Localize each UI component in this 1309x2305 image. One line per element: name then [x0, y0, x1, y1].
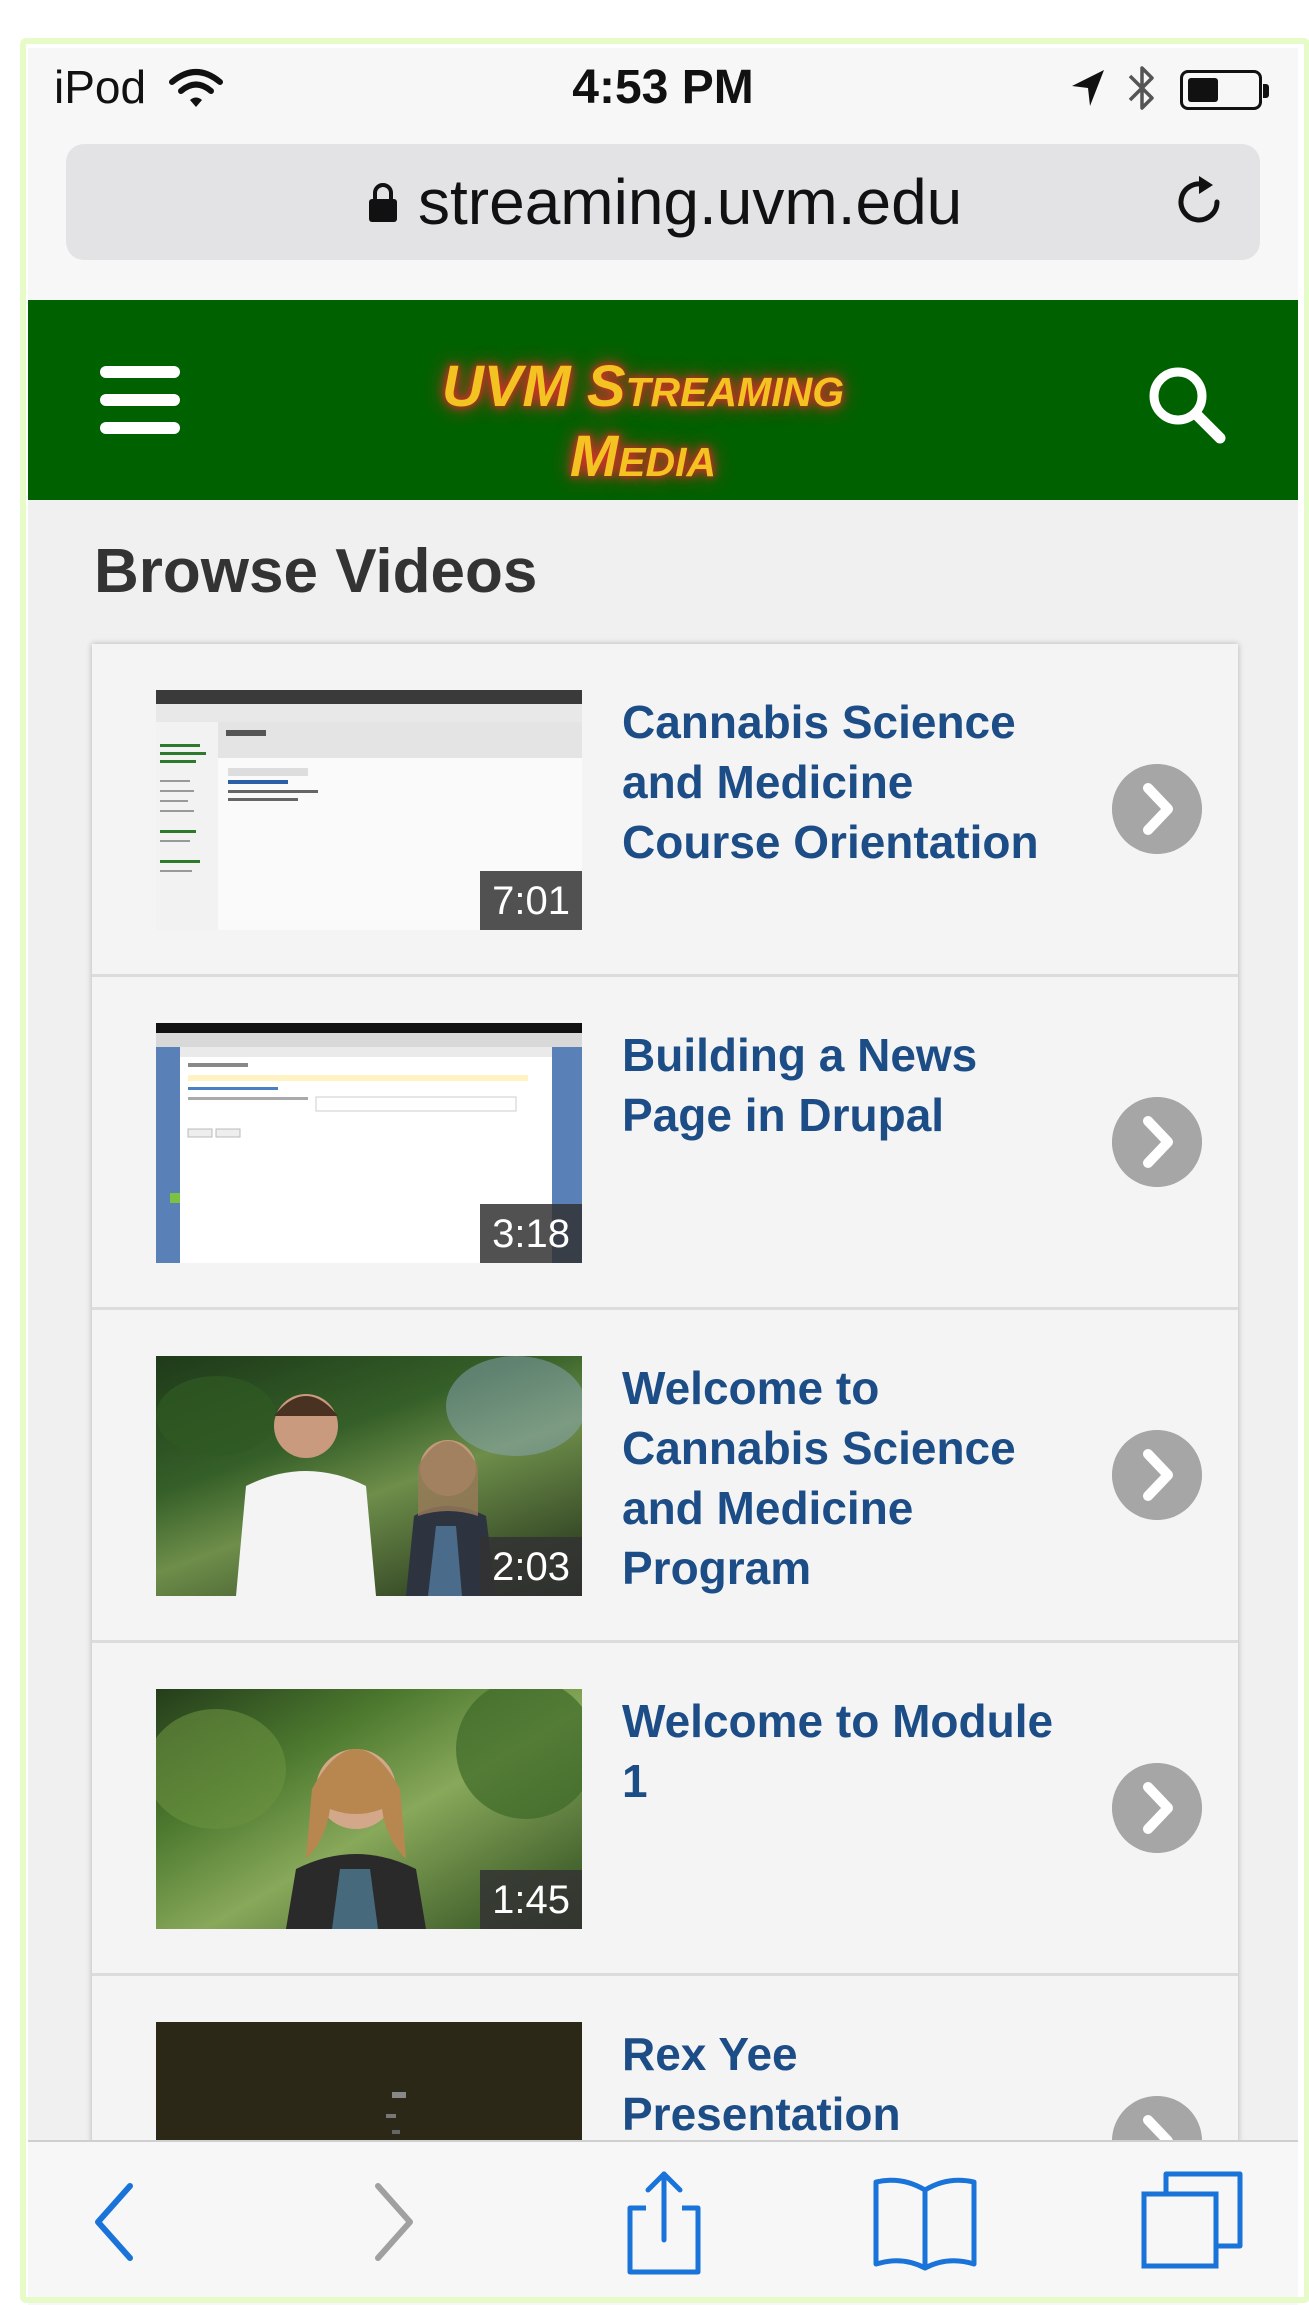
bluetooth-icon [1128, 66, 1154, 110]
video-thumbnail[interactable]: 7:01 [156, 690, 582, 930]
video-item[interactable]: 1:45 Welcome to Module 1 [92, 1643, 1238, 1976]
video-duration: 3:18 [480, 1204, 582, 1263]
logo-line-1: UVM Streaming [441, 354, 845, 419]
video-duration: 2:03 [480, 1537, 582, 1596]
video-item[interactable]: Rex Yee Presentation [92, 1976, 1238, 2140]
lock-icon [369, 183, 397, 222]
forward-icon[interactable] [372, 2182, 416, 2262]
video-title[interactable]: Cannabis Science and Medicine Course Ori… [622, 692, 1082, 872]
video-item[interactable]: 3:18 Building a News Page in Drupal [92, 977, 1238, 1310]
main-content: Browse Videos 7:01 Cannabis Science and … [28, 500, 1298, 2140]
chevron-right-icon[interactable] [1112, 1430, 1202, 1520]
chevron-right-icon[interactable] [1112, 764, 1202, 854]
page-title: Browse Videos [94, 537, 538, 606]
presentation-photo [156, 2022, 582, 2140]
hamburger-menu-icon[interactable] [100, 366, 180, 434]
video-list: 7:01 Cannabis Science and Medicine Cours… [92, 644, 1238, 2140]
chevron-right-icon[interactable] [1112, 1763, 1202, 1853]
video-thumbnail[interactable]: 1:45 [156, 1689, 582, 1929]
video-title[interactable]: Rex Yee Presentation [622, 2024, 1082, 2140]
site-logo[interactable]: UVM Streaming Media [388, 352, 898, 492]
video-title[interactable]: Welcome to Cannabis Science and Medicine… [622, 1358, 1082, 1598]
bookmarks-icon[interactable] [870, 2172, 980, 2272]
back-icon[interactable] [92, 2182, 136, 2262]
site-header: UVM Streaming Media [28, 300, 1298, 500]
chevron-right-icon[interactable] [1112, 2096, 1202, 2140]
location-arrow-icon [1072, 70, 1104, 106]
device-screen: iPod 4:53 PM streaming.uvm.edu UVM Strea… [0, 0, 1309, 2305]
url-text: streaming.uvm.edu [418, 166, 963, 238]
browser-address-area: streaming.uvm.edu [28, 130, 1298, 300]
battery-icon [1180, 70, 1269, 110]
tabs-icon[interactable] [1140, 2170, 1244, 2270]
video-item[interactable]: 2:03 Welcome to Cannabis Science and Med… [92, 1310, 1238, 1643]
status-bar: iPod 4:53 PM [28, 48, 1298, 130]
search-icon[interactable] [1144, 362, 1228, 446]
video-thumbnail[interactable]: 2:03 [156, 1356, 582, 1596]
video-thumbnail[interactable]: 3:18 [156, 1023, 582, 1263]
reload-icon[interactable] [1169, 172, 1229, 232]
browser-toolbar [28, 2140, 1298, 2305]
video-thumbnail[interactable] [156, 2022, 582, 2140]
address-bar[interactable]: streaming.uvm.edu [66, 144, 1260, 260]
video-duration: 7:01 [480, 871, 582, 930]
video-item[interactable]: 7:01 Cannabis Science and Medicine Cours… [92, 644, 1238, 977]
video-title[interactable]: Welcome to Module 1 [622, 1691, 1082, 1811]
video-duration: 1:45 [480, 1870, 582, 1929]
video-title[interactable]: Building a News Page in Drupal [622, 1025, 1082, 1145]
chevron-right-icon[interactable] [1112, 1097, 1202, 1187]
logo-line-2: Media [569, 424, 717, 489]
share-icon[interactable] [624, 2168, 704, 2278]
